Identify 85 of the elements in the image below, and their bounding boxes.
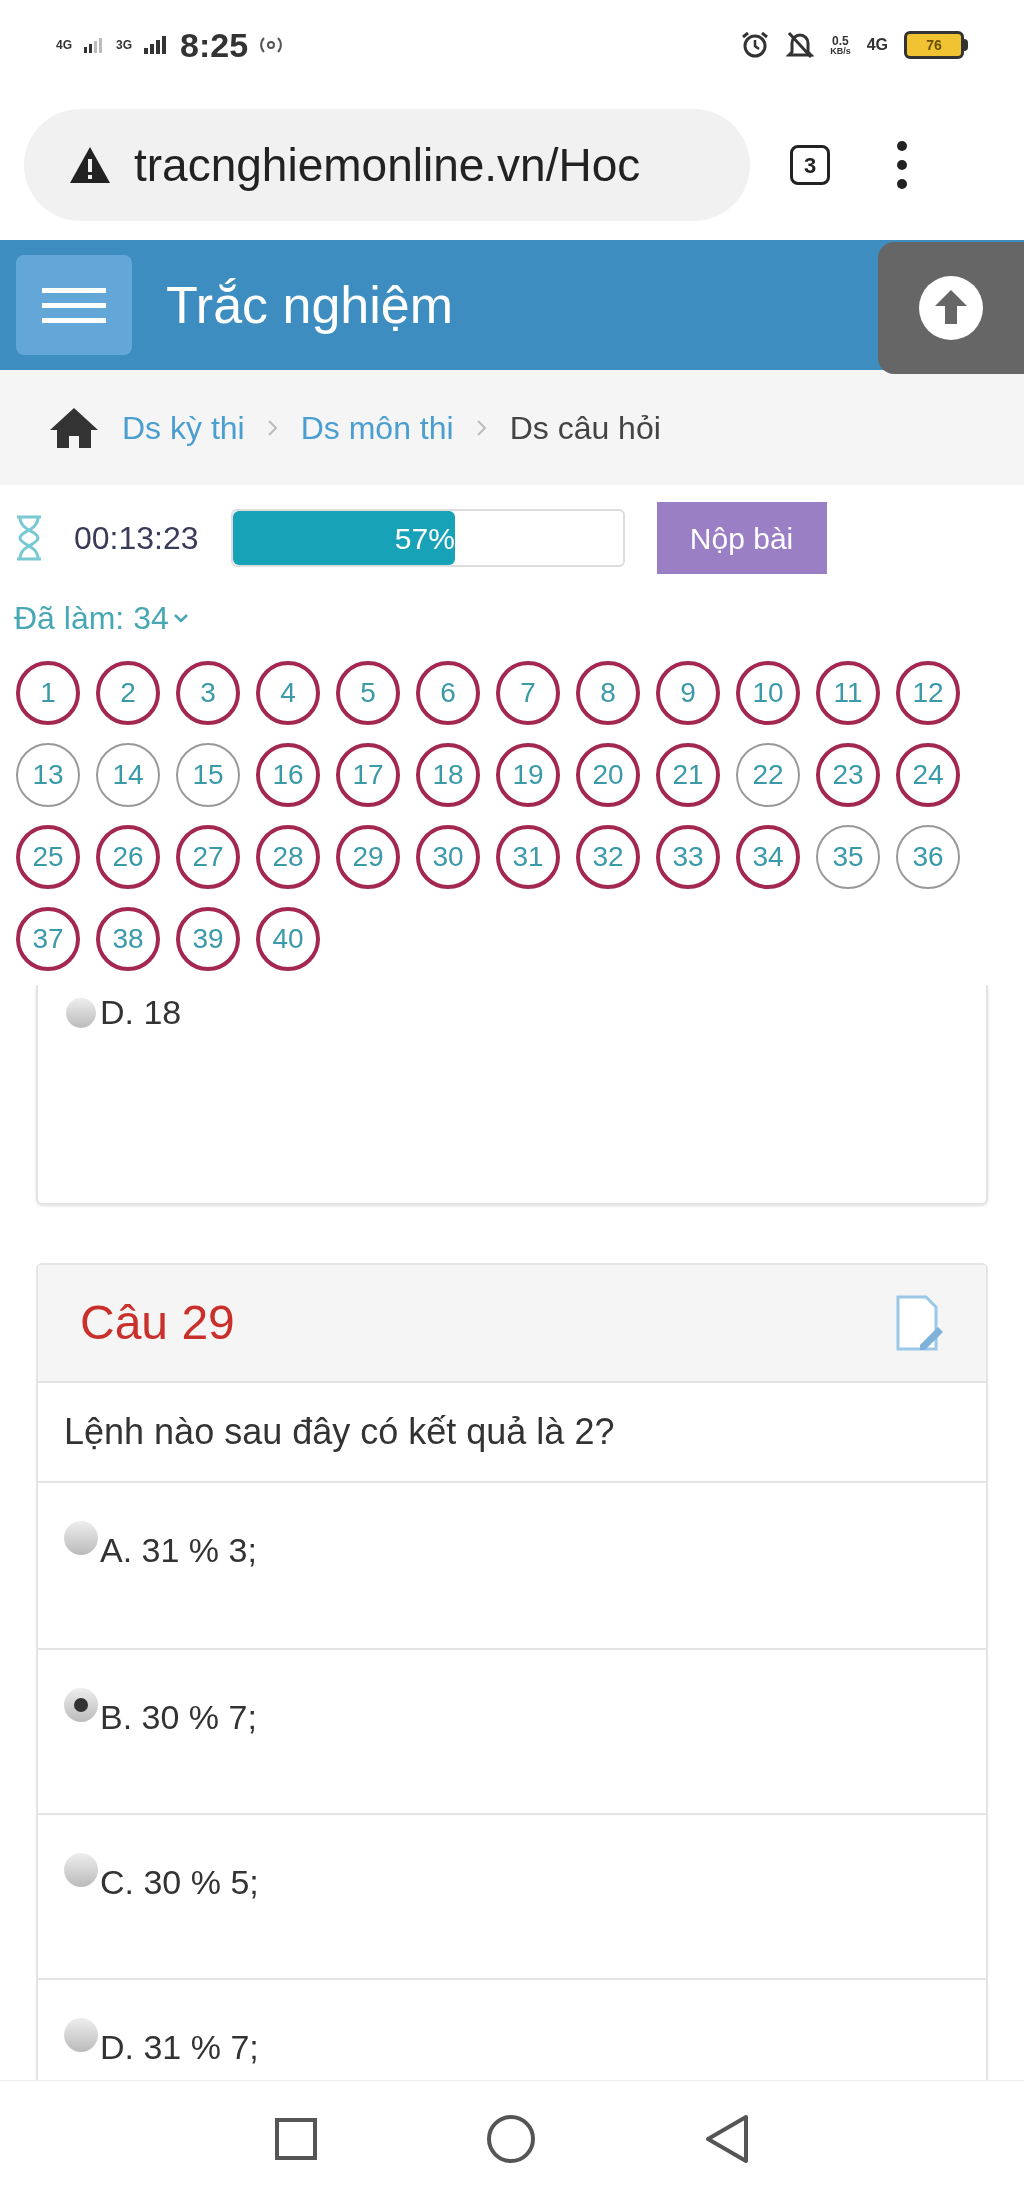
question-number[interactable]: 12 [896,661,960,725]
question-number[interactable]: 30 [416,825,480,889]
answer-option[interactable]: C. 30 % 5; [100,1857,259,1908]
question-number[interactable]: 2 [96,661,160,725]
question-number[interactable]: 35 [816,825,880,889]
answer-option[interactable]: D. 31 % 7; [100,2022,259,2073]
caret-icon [172,613,189,623]
recents-icon[interactable] [274,2116,318,2161]
question-number[interactable]: 1 [16,661,80,725]
answered-dropdown[interactable]: Đã làm: 34 [14,594,189,642]
signal-icon [144,36,169,54]
timer-text: 00:13:23 [74,519,199,558]
question-number[interactable]: 14 [96,743,160,807]
menu-button[interactable] [16,255,132,355]
question-number[interactable]: 22 [736,743,800,807]
radio-button[interactable] [64,2018,98,2052]
radio-button[interactable] [64,1853,98,1887]
question-number[interactable]: 4 [256,661,320,725]
home-icon[interactable] [486,2113,536,2164]
question-number[interactable]: 24 [896,743,960,807]
question-number[interactable]: 3 [176,661,240,725]
alarm-icon [740,30,771,60]
mute-bell-icon [786,30,815,60]
question-number[interactable]: 28 [256,825,320,889]
arrow-up-icon [917,274,985,342]
question-number[interactable]: 33 [656,825,720,889]
radio-button[interactable] [66,997,96,1028]
question-number[interactable]: 26 [96,825,160,889]
question-number[interactable]: 39 [176,907,240,971]
home-icon[interactable] [48,405,100,450]
network-label: 3G [116,37,133,54]
warning-icon [68,145,112,185]
question-number[interactable]: 29 [336,825,400,889]
submit-button[interactable]: Nộp bài [656,502,827,574]
chevron-icon [475,418,488,437]
hourglass-icon [14,514,44,562]
question-number[interactable]: 11 [816,661,880,725]
answer-option[interactable]: D. 18 [100,987,182,1038]
network-label: 4G [56,37,72,54]
question-number[interactable]: 8 [576,661,640,725]
radio-button[interactable] [64,1688,98,1722]
question-number[interactable]: 18 [416,743,480,807]
speed-unit: KB/s [830,46,851,56]
breadcrumb-link[interactable]: Ds môn thi [300,403,454,452]
more-icon[interactable] [894,140,910,190]
signal-icon [84,37,104,53]
question-number[interactable]: 10 [736,661,800,725]
question-number[interactable]: 7 [496,661,560,725]
progress-label: 57% [394,520,455,557]
question-number[interactable]: 37 [16,907,80,971]
question-number[interactable]: 36 [896,825,960,889]
answer-option[interactable]: B. 30 % 7; [100,1692,257,1743]
back-icon[interactable] [704,2113,750,2164]
tab-count-button[interactable]: 3 [790,145,830,185]
clock-time: 8:25 [180,24,249,66]
question-number[interactable]: 23 [816,743,880,807]
app-title: Trắc nghiệm [166,275,454,336]
question-number[interactable]: 16 [256,743,320,807]
question-number[interactable]: 6 [416,661,480,725]
question-number[interactable]: 27 [176,825,240,889]
question-text: Lệnh nào sau đây có kết quả là 2? [64,1411,615,1452]
scroll-top-button[interactable] [878,242,1024,374]
speed-value: 0.5 [832,34,849,47]
question-number[interactable]: 13 [16,743,80,807]
question-number[interactable]: 40 [256,907,320,971]
chevron-icon [266,418,279,437]
network-label: 4G [866,35,888,55]
question-number[interactable]: 17 [336,743,400,807]
address-bar[interactable]: tracnghiemonline.vn/Hoc [24,109,750,221]
question-number[interactable]: 21 [656,743,720,807]
question-number[interactable]: 5 [336,661,400,725]
question-number[interactable]: 20 [576,743,640,807]
question-number[interactable]: 31 [496,825,560,889]
breadcrumb-link[interactable]: Ds kỳ thi [122,403,245,452]
question-number[interactable]: 25 [16,825,80,889]
question-number[interactable]: 19 [496,743,560,807]
radio-button[interactable] [64,1521,98,1555]
question-number[interactable]: 38 [96,907,160,971]
question-title: Câu 29 [80,1295,235,1351]
question-number[interactable]: 9 [656,661,720,725]
question-number[interactable]: 15 [176,743,240,807]
breadcrumb-current: Ds câu hỏi [509,408,661,448]
answer-option[interactable]: A. 31 % 3; [100,1525,257,1576]
question-number[interactable]: 34 [736,825,800,889]
question-number[interactable]: 32 [576,825,640,889]
